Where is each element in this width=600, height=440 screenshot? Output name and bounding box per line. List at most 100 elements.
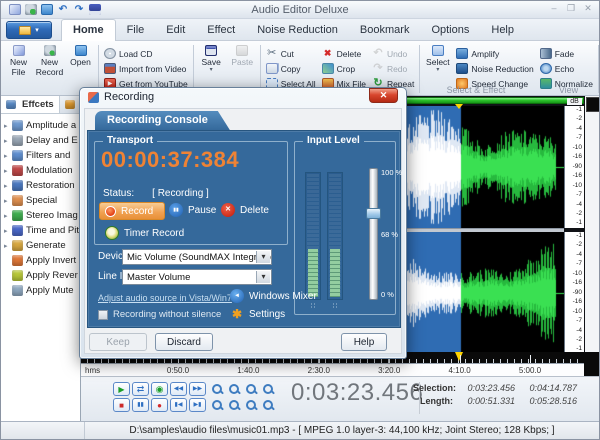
previous-button[interactable]: ▮◀	[170, 398, 187, 412]
amplify-button[interactable]: Amplify	[456, 47, 533, 60]
zoom-selection-button[interactable]	[243, 382, 259, 397]
record-button[interactable]: Record	[99, 202, 165, 220]
tree-item-special[interactable]: ▸Special	[1, 193, 80, 208]
input-level-slider[interactable]	[369, 168, 378, 300]
settings-button[interactable]: Settings	[230, 307, 285, 321]
expand-arrow-icon[interactable]: ▸	[4, 197, 12, 205]
qat-undo-icon[interactable]: ↶	[57, 4, 69, 15]
qat-save-icon[interactable]	[89, 4, 101, 15]
timer-record-button[interactable]: Timer Record	[105, 226, 184, 240]
dialog-close-button[interactable]: ✕	[369, 88, 398, 103]
pause-button[interactable]: ▮▮	[132, 398, 149, 412]
expand-arrow-icon[interactable]: ▸	[4, 182, 12, 190]
expand-arrow-icon[interactable]: ▸	[4, 152, 12, 160]
new-record-button[interactable]: New Record	[34, 43, 65, 93]
expand-arrow-icon[interactable]: ▸	[4, 137, 12, 145]
expand-arrow-icon[interactable]: ▸	[4, 122, 12, 130]
help-button[interactable]: Help	[341, 333, 387, 351]
tree-item-amplitude-a[interactable]: ▸Amplitude a	[1, 118, 80, 133]
next-button[interactable]: ▶▮	[189, 398, 206, 412]
tree-item-stereo-imag[interactable]: ▸Stereo Imag	[1, 208, 80, 223]
loop-button[interactable]: ⇄	[132, 382, 149, 396]
new-file-button[interactable]: New File	[3, 43, 34, 93]
crop-button[interactable]: Crop	[322, 62, 366, 75]
vu-meter-fill	[330, 249, 340, 297]
tree-item-restoration[interactable]: ▸Restoration	[1, 178, 80, 193]
zoom-in-button[interactable]	[209, 382, 225, 397]
echo-button[interactable]: Echo	[540, 62, 593, 75]
tree-item-generate[interactable]: ▸Generate	[1, 238, 80, 253]
vu-meter-left	[305, 172, 321, 300]
zoom-vertical-in-button[interactable]	[209, 398, 225, 413]
tree-item-filters-and[interactable]: ▸Filters and	[1, 148, 80, 163]
minimize-button[interactable]: –	[548, 3, 560, 14]
discard-button[interactable]: Discard	[155, 333, 213, 351]
overview-position-marker[interactable]	[455, 104, 463, 109]
zoom-horizontal-out-button[interactable]	[260, 398, 276, 413]
maximize-button[interactable]: ❐	[565, 3, 577, 14]
expand-arrow-icon[interactable]: ▸	[4, 227, 12, 235]
rewind-button[interactable]: ◀◀	[170, 382, 187, 396]
expand-arrow-icon[interactable]: ▸	[4, 242, 12, 250]
tab-bookmark[interactable]: Bookmark	[349, 19, 421, 41]
db-tick-label: -16	[565, 299, 582, 306]
load-cd-button[interactable]: Load CD	[104, 47, 188, 60]
zoom-all-button[interactable]	[260, 382, 276, 397]
tree-item-delay-and-e[interactable]: ▸Delay and E	[1, 133, 80, 148]
timeline-ruler[interactable]: hms 0:50.01:40.02:30.03:20.04:10.05:00.0	[81, 363, 584, 376]
zoom-vertical-out-button[interactable]	[226, 398, 242, 413]
zoom-out-button[interactable]	[226, 382, 242, 397]
delete-button[interactable]: ✖Delete	[322, 47, 366, 60]
import-from-video-button[interactable]: Import from Video	[104, 62, 188, 75]
recording-without-silence-checkbox[interactable]: Recording without silence	[98, 309, 221, 320]
tab-effect[interactable]: Effect	[196, 19, 246, 41]
tab-file[interactable]: File	[116, 19, 156, 41]
qat-open-icon[interactable]	[41, 4, 53, 15]
db-tick-label: -2	[565, 242, 582, 249]
tree-item-apply-mute[interactable]: Apply Mute	[1, 283, 80, 298]
length-label: Length:	[413, 396, 453, 406]
tab-noise-reduction[interactable]: Noise Reduction	[246, 19, 349, 41]
expand-arrow-icon[interactable]: ▸	[4, 212, 12, 220]
stop-button[interactable]: ■	[113, 398, 130, 412]
device-select[interactable]: Mic Volume (SoundMAX Integrated	[122, 249, 272, 265]
meter-readout-left	[305, 302, 321, 310]
record-button[interactable]: ●	[151, 398, 168, 412]
tab-help[interactable]: Help	[480, 19, 525, 41]
delay-and-e-icon	[12, 135, 23, 146]
app-menu-button[interactable]: ▾	[6, 21, 52, 39]
keep-button[interactable]: Keep	[89, 333, 147, 351]
slider-thumb[interactable]	[366, 208, 381, 219]
qat-record-icon[interactable]	[25, 4, 37, 15]
zoom-horizontal-in-button[interactable]	[243, 398, 259, 413]
save-button[interactable]: Save▾	[196, 43, 227, 93]
tab-options[interactable]: Options	[420, 19, 480, 41]
tree-item-modulation[interactable]: ▸Modulation	[1, 163, 80, 178]
copy-button[interactable]: Copy	[266, 62, 316, 75]
noise-reduction-button[interactable]: Noise Reduction	[456, 62, 533, 75]
pause-button[interactable]: Pause	[169, 203, 216, 217]
dialog-title-bar[interactable]: Recording ✕	[80, 88, 406, 108]
line-in-select[interactable]: Master Volume	[122, 269, 272, 285]
tree-item-time-and-pit[interactable]: ▸Time and Pit	[1, 223, 80, 238]
ribbon-group: Load CDImport from Video▶Get from YouTub…	[101, 43, 191, 90]
cut-button[interactable]: ✂Cut	[266, 47, 316, 60]
adjust-audio-source-link[interactable]: Adjust audio source in Vista/Win7	[98, 293, 232, 303]
tree-item-apply-rever[interactable]: Apply Rever	[1, 268, 80, 283]
play-all-button[interactable]: ◉	[151, 382, 168, 396]
tab-home[interactable]: Home	[61, 19, 116, 41]
tab-edit[interactable]: Edit	[155, 19, 196, 41]
fast-forward-button[interactable]: ▶▶	[189, 382, 206, 396]
qat-new-icon[interactable]	[9, 4, 21, 15]
delete-button[interactable]: Delete	[221, 203, 269, 217]
qat-redo-icon[interactable]: ↷	[73, 4, 85, 15]
tree-item-apply-invert[interactable]: Apply Invert	[1, 253, 80, 268]
play-button[interactable]: ▶	[113, 382, 130, 396]
expand-arrow-icon[interactable]: ▸	[4, 167, 12, 175]
open-button[interactable]: Open	[65, 43, 96, 93]
close-button[interactable]: ✕	[582, 3, 594, 14]
windows-mixer-button[interactable]: Windows Mixer	[230, 289, 317, 303]
cd-icon	[104, 48, 116, 59]
sidebar-tab-effcets[interactable]: Effcets	[1, 96, 60, 113]
fade-button[interactable]: Fade	[540, 47, 593, 60]
